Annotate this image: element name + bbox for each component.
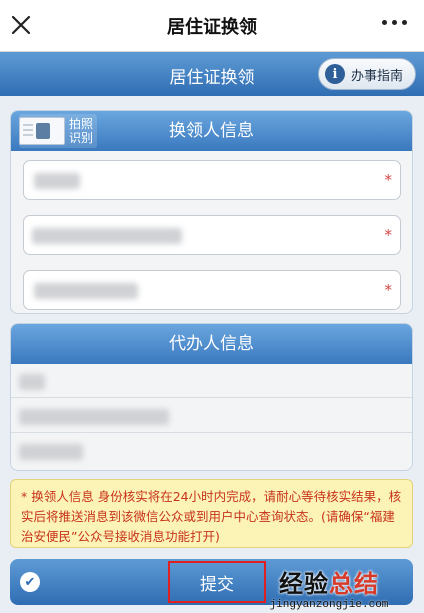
applicant-id-number-field[interactable]: * <box>23 215 401 255</box>
notice-box: * 换领人信息 身份核实将在24小时内完成，请耐心等待核实结果，核实后将推送消息… <box>10 479 413 548</box>
notice-text: * 换领人信息 身份核实将在24小时内完成，请耐心等待核实结果，核实后将推送消息… <box>21 489 402 544</box>
app-header: 居住证换领 i 办事指南 <box>0 52 424 96</box>
id-card-icon <box>19 117 65 145</box>
scan-label-line2: 识别 <box>69 131 94 145</box>
agent-name-row[interactable] <box>11 364 412 398</box>
agent-panel: 代办人信息 <box>10 323 413 471</box>
photo-recognize-button[interactable]: 拍照 识别 <box>19 114 98 148</box>
agent-id-number-row[interactable] <box>11 399 412 433</box>
check-icon[interactable]: ✔ <box>20 572 40 592</box>
watermark-url: jingyanzongjie.com <box>269 599 389 611</box>
wechat-title-bar: 居住证换领 <box>0 0 424 52</box>
required-mark: * <box>384 226 393 244</box>
redacted-value <box>34 173 80 189</box>
watermark-text-accent: 总结 <box>329 570 379 598</box>
applicant-panel-header: 拍照 识别 换领人信息 <box>11 111 412 151</box>
redacted-value <box>19 444 83 460</box>
scan-label-line1: 拍照 <box>69 117 94 131</box>
applicant-panel-title: 换领人信息 <box>169 121 254 141</box>
more-icon[interactable] <box>382 20 408 28</box>
redacted-value <box>19 374 45 390</box>
applicant-name-field[interactable]: * <box>23 160 401 200</box>
agent-panel-title: 代办人信息 <box>169 334 254 354</box>
required-mark: * <box>384 281 393 299</box>
applicant-phone-field[interactable]: * <box>23 270 401 310</box>
applicant-panel: 拍照 识别 换领人信息 * * * <box>10 110 413 314</box>
agent-phone-row[interactable] <box>11 434 412 468</box>
redacted-value <box>34 283 138 299</box>
watermark-text: 经验 <box>279 570 329 598</box>
required-mark: * <box>384 171 393 189</box>
watermark: 经验总结 jingyanzongjie.com <box>264 564 394 611</box>
redacted-value <box>19 409 169 425</box>
guide-label: 办事指南 <box>351 68 404 84</box>
page-title: 居住证换领 <box>167 17 257 38</box>
redacted-value <box>32 228 182 244</box>
submit-button[interactable]: 提交 <box>168 561 266 603</box>
info-icon: i <box>325 64 345 84</box>
guide-button[interactable]: i 办事指南 <box>318 58 416 90</box>
agent-panel-header: 代办人信息 <box>11 324 412 364</box>
